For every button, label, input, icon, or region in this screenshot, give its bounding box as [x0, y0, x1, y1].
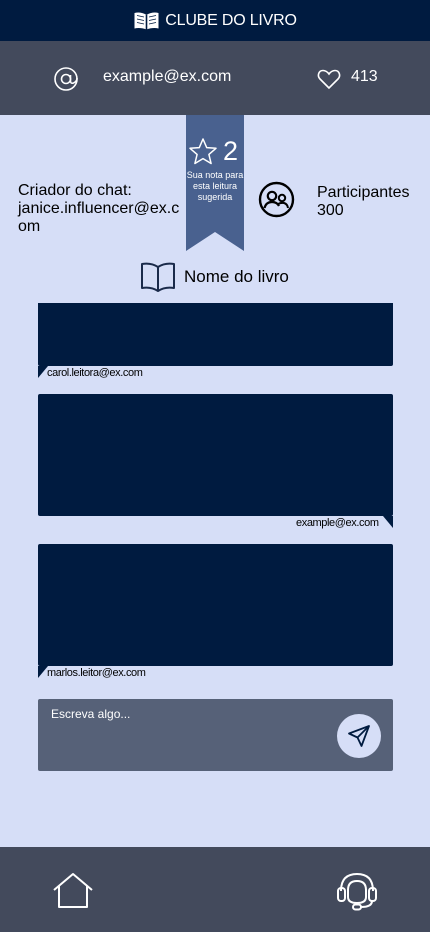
headset-icon[interactable] — [334, 869, 380, 913]
rating-ribbon[interactable]: 2 Sua nota para esta leitura sugerida — [186, 115, 244, 251]
at-icon — [54, 67, 78, 91]
creator-email: janice.influencer@ex.com — [18, 200, 180, 235]
message-author: carol.leitora@ex.com — [47, 367, 143, 379]
message-bubble — [38, 303, 393, 366]
app-title: CLUBE DO LIVRO — [165, 11, 297, 29]
participants-info[interactable]: Participantes 300 — [317, 184, 410, 220]
home-icon[interactable] — [52, 872, 94, 909]
creator-label: Criador do chat: — [18, 182, 132, 199]
send-button[interactable] — [337, 714, 381, 758]
message-bubble — [38, 394, 393, 516]
user-bar: example@ex.com 413 — [0, 41, 430, 115]
message-bubble — [38, 544, 393, 666]
heart-icon[interactable] — [317, 68, 341, 90]
user-email: example@ex.com — [103, 68, 232, 85]
message-input[interactable]: Escreva algo... — [51, 707, 130, 721]
rating-caption: Sua nota para esta leitura sugerida — [186, 170, 244, 202]
participants-label: Participantes — [317, 184, 410, 201]
chat-creator: Criador do chat: janice.influencer@ex.co… — [18, 182, 188, 236]
rating-value: 2 — [223, 136, 239, 166]
app-header: CLUBE DO LIVRO — [0, 0, 430, 41]
bottom-nav — [0, 847, 430, 932]
open-book-icon — [134, 12, 159, 30]
message-tail — [383, 516, 393, 528]
book-title-row[interactable]: Nome do livro — [140, 261, 289, 293]
book-icon — [141, 262, 175, 292]
participants-icon — [258, 181, 295, 218]
star-icon[interactable] — [188, 137, 218, 166]
message-author: example@ex.com — [296, 517, 379, 529]
send-icon — [348, 725, 370, 747]
message-composer[interactable]: Escreva algo... — [38, 699, 393, 771]
participants-count: 300 — [317, 202, 344, 219]
book-title: Nome do livro — [184, 267, 289, 286]
message-author: marlos.leitor@ex.com — [47, 667, 146, 679]
likes-count: 413 — [351, 68, 378, 85]
